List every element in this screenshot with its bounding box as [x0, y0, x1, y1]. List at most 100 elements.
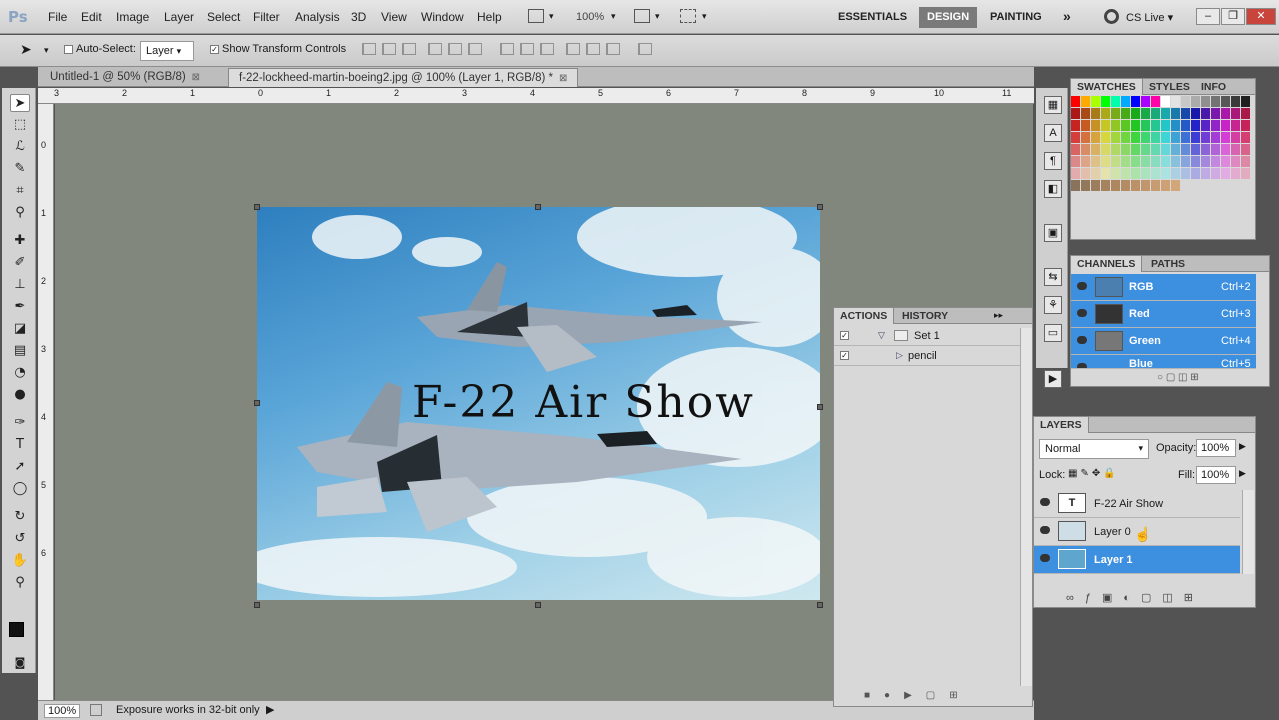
marquee-tool-icon[interactable]: ⬚: [10, 116, 30, 134]
transform-handle[interactable]: [535, 204, 541, 210]
arrange-documents-icon[interactable]: [634, 9, 650, 23]
color-swatch[interactable]: [1081, 168, 1090, 179]
color-swatch[interactable]: [1221, 180, 1230, 191]
lasso-tool-icon[interactable]: ℒ: [10, 138, 30, 156]
zoom-tool-icon[interactable]: ⚲: [10, 574, 30, 592]
eyedropper-tool-icon[interactable]: ⚲: [10, 204, 30, 222]
color-swatch[interactable]: [1201, 120, 1210, 131]
color-swatch[interactable]: [1131, 144, 1140, 155]
color-swatch[interactable]: [1161, 108, 1170, 119]
actions-scrollbar[interactable]: [1020, 328, 1032, 686]
cs-live-menu[interactable]: CS Live ▾: [1126, 11, 1173, 24]
color-swatch[interactable]: [1101, 168, 1110, 179]
color-swatch[interactable]: [1101, 144, 1110, 155]
transform-handle[interactable]: [817, 602, 823, 608]
color-swatch[interactable]: [1081, 108, 1090, 119]
color-swatch[interactable]: [1221, 168, 1230, 179]
color-swatch[interactable]: [1191, 108, 1200, 119]
tab-swatches[interactable]: SWATCHES: [1071, 79, 1143, 95]
clone-stamp-tool-icon[interactable]: ⊥: [10, 276, 30, 294]
color-swatch[interactable]: [1081, 120, 1090, 131]
3d-rotate-tool-icon[interactable]: ↻: [10, 508, 30, 526]
action-toggle-checkbox[interactable]: ✓: [840, 351, 849, 360]
color-swatch[interactable]: [1181, 96, 1190, 107]
tab-info[interactable]: INFO: [1195, 79, 1232, 95]
paragraph-panel-icon[interactable]: ¶: [1044, 152, 1062, 170]
menu-view[interactable]: View: [381, 10, 407, 24]
color-swatch[interactable]: [1161, 96, 1170, 107]
transform-handle[interactable]: [254, 204, 260, 210]
color-swatch[interactable]: [1161, 144, 1170, 155]
visibility-eye-icon[interactable]: [1040, 498, 1050, 506]
color-swatch[interactable]: [1171, 168, 1180, 179]
collapse-triangle-icon[interactable]: ▷: [896, 350, 903, 361]
color-swatch[interactable]: [1151, 180, 1160, 191]
notes-panel-icon[interactable]: ▭: [1044, 324, 1062, 342]
color-swatch[interactable]: [1181, 156, 1190, 167]
menu-file[interactable]: File: [48, 10, 67, 24]
color-swatch[interactable]: [1081, 180, 1090, 191]
minimize-button[interactable]: –: [1196, 8, 1220, 25]
color-swatch[interactable]: [1151, 96, 1160, 107]
color-swatch[interactable]: [1091, 168, 1100, 179]
auto-select-checkbox[interactable]: Auto-Select:: [64, 43, 136, 55]
color-swatch[interactable]: [1101, 108, 1110, 119]
path-selection-tool-icon[interactable]: ➚: [10, 458, 30, 476]
color-swatch[interactable]: [1071, 132, 1080, 143]
color-swatch[interactable]: [1111, 120, 1120, 131]
show-transform-checkbox[interactable]: ✓ Show Transform Controls: [210, 43, 346, 55]
action-toggle-checkbox[interactable]: ✓: [840, 331, 849, 340]
color-swatch[interactable]: [1231, 132, 1240, 143]
color-swatch[interactable]: [1201, 144, 1210, 155]
transform-handle[interactable]: [254, 602, 260, 608]
color-swatch[interactable]: [1161, 120, 1170, 131]
workspace-design[interactable]: DESIGN: [919, 7, 978, 28]
color-swatch[interactable]: [1111, 132, 1120, 143]
screen-mode-icon[interactable]: [680, 9, 696, 23]
color-swatch[interactable]: [1171, 96, 1180, 107]
zoom-level[interactable]: 100%: [576, 11, 604, 23]
menu-select[interactable]: Select: [207, 10, 240, 24]
color-swatch[interactable]: [1191, 120, 1200, 131]
transform-handle[interactable]: [817, 204, 823, 210]
color-swatch[interactable]: [1191, 168, 1200, 179]
auto-select-dropdown[interactable]: Layer ▾: [140, 41, 194, 61]
gradient-tool-icon[interactable]: ▤: [10, 342, 30, 360]
color-swatch[interactable]: [1241, 108, 1250, 119]
color-swatch[interactable]: [1101, 120, 1110, 131]
color-swatch[interactable]: [1211, 120, 1220, 131]
color-swatch[interactable]: [1171, 132, 1180, 143]
menu-layer[interactable]: Layer: [164, 10, 194, 24]
status-menu-arrow-icon[interactable]: ▶: [266, 703, 274, 716]
color-swatch[interactable]: [1181, 132, 1190, 143]
blur-tool-icon[interactable]: ◔: [10, 364, 30, 382]
color-swatch[interactable]: [1121, 168, 1130, 179]
color-swatch[interactable]: [1151, 168, 1160, 179]
adjustments-panel-icon[interactable]: ◧: [1044, 180, 1062, 198]
color-swatch[interactable]: [1111, 108, 1120, 119]
color-swatch[interactable]: [1191, 96, 1200, 107]
distribute-left-icon[interactable]: [566, 43, 580, 55]
type-tool-icon[interactable]: T: [10, 436, 30, 454]
color-swatch[interactable]: [1161, 180, 1170, 191]
menu-image[interactable]: Image: [116, 10, 149, 24]
color-swatch[interactable]: [1141, 132, 1150, 143]
expand-triangle-icon[interactable]: ▽: [878, 330, 885, 341]
color-swatch[interactable]: [1101, 96, 1110, 107]
color-swatch[interactable]: [1151, 156, 1160, 167]
color-swatch[interactable]: [1071, 144, 1080, 155]
color-swatch[interactable]: [1201, 96, 1210, 107]
color-swatch[interactable]: [1091, 180, 1100, 191]
menu-edit[interactable]: Edit: [81, 10, 102, 24]
color-swatch[interactable]: [1131, 180, 1140, 191]
layer-footer-icons[interactable]: ∞ƒ▣◐▢◫⊞: [1066, 591, 1204, 604]
color-swatch[interactable]: [1211, 132, 1220, 143]
color-swatch[interactable]: [1231, 180, 1240, 191]
color-swatch[interactable]: [1171, 108, 1180, 119]
status-preview-icon[interactable]: [90, 704, 102, 716]
color-swatch[interactable]: [1241, 96, 1250, 107]
action-footer-icons[interactable]: ■●▶▢⊞: [864, 690, 972, 701]
color-swatch[interactable]: [1221, 144, 1230, 155]
color-swatch[interactable]: [1211, 96, 1220, 107]
pen-tool-icon[interactable]: ✑: [10, 414, 30, 432]
